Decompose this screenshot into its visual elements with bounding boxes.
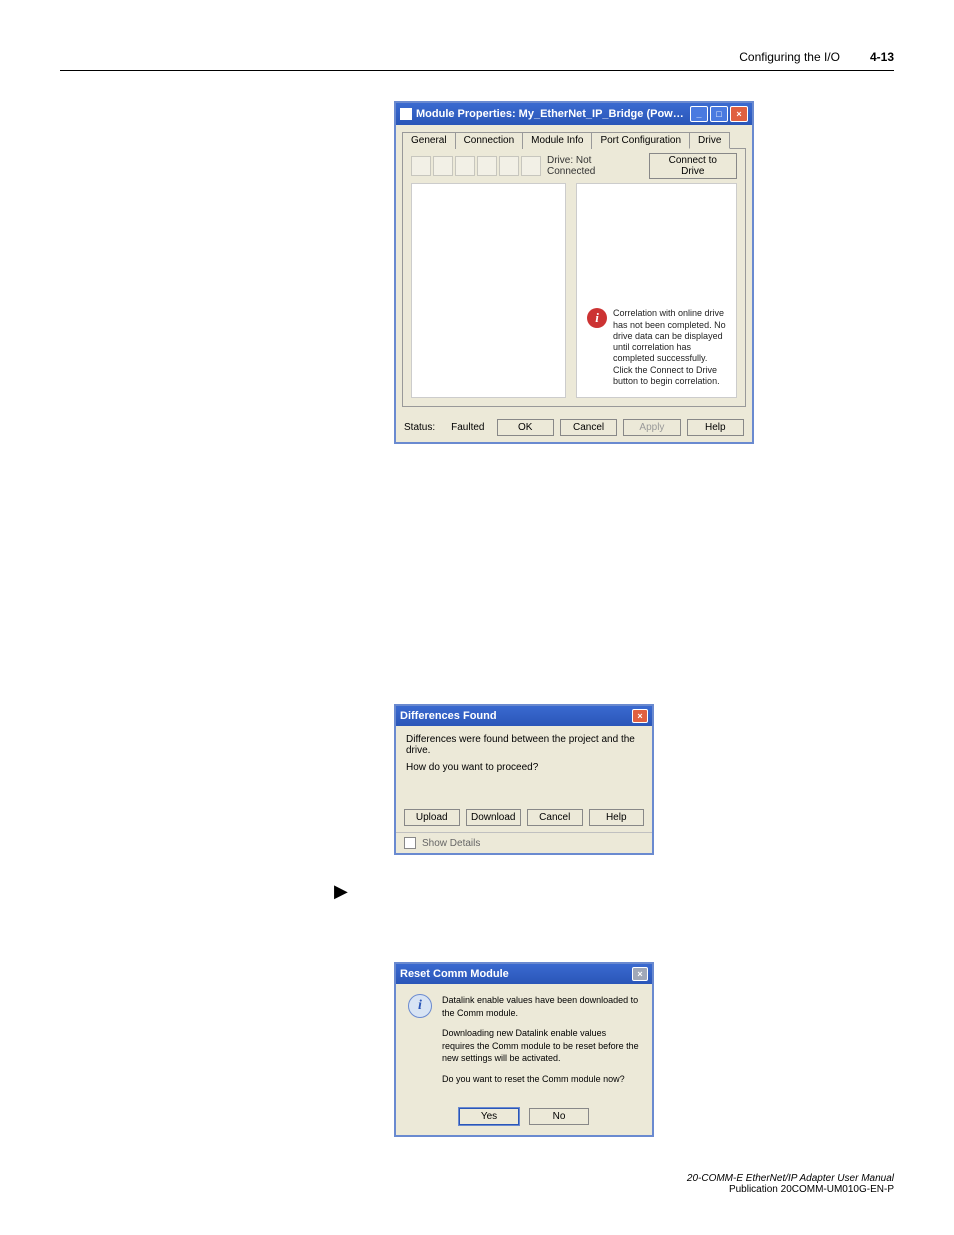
tab-drive[interactable]: Drive <box>689 132 730 149</box>
toolbar-btn-2[interactable] <box>433 156 453 176</box>
titlebar[interactable]: Reset Comm Module × <box>396 964 652 984</box>
toolbar <box>411 156 541 176</box>
app-icon <box>400 108 412 120</box>
show-details-label: Show Details <box>422 838 480 849</box>
cancel-button[interactable]: Cancel <box>527 809 583 826</box>
drive-tab-panel: Drive: Not Connected Connect to Drive i … <box>402 148 746 407</box>
tab-general[interactable]: General <box>402 132 456 149</box>
titlebar[interactable]: Differences Found × <box>396 706 652 726</box>
publication-id: Publication 20COMM-UM010G-EN-P <box>687 1184 894 1195</box>
drive-status-text: Drive: Not Connected <box>547 155 643 177</box>
module-properties-dialog: Module Properties: My_EtherNet_IP_Bridge… <box>394 101 754 444</box>
status-value: Faulted <box>451 422 484 433</box>
info-icon: i <box>408 994 432 1018</box>
tab-port-configuration[interactable]: Port Configuration <box>591 132 690 149</box>
toolbar-btn-6[interactable] <box>521 156 541 176</box>
help-button[interactable]: Help <box>589 809 645 826</box>
connect-to-drive-button[interactable]: Connect to Drive <box>649 153 737 179</box>
toolbar-btn-4[interactable] <box>477 156 497 176</box>
close-button[interactable]: × <box>632 709 648 723</box>
show-details-checkbox[interactable] <box>404 837 416 849</box>
titlebar[interactable]: Module Properties: My_EtherNet_IP_Bridge… <box>396 103 752 125</box>
tabs: General Connection Module Info Port Conf… <box>396 125 752 148</box>
window-title: Module Properties: My_EtherNet_IP_Bridge… <box>416 108 688 120</box>
tab-connection[interactable]: Connection <box>455 132 524 149</box>
minimize-button[interactable]: _ <box>690 106 708 122</box>
diff-text-2: How do you want to proceed? <box>406 762 642 773</box>
tree-pane[interactable] <box>411 183 566 398</box>
maximize-button[interactable]: □ <box>710 106 728 122</box>
reset-comm-dialog: Reset Comm Module × i Datalink enable va… <box>394 962 654 1137</box>
help-button[interactable]: Help <box>687 419 744 436</box>
details-pane: i Correlation with online drive has not … <box>576 183 737 398</box>
reset-text-3: Do you want to reset the Comm module now… <box>442 1073 640 1086</box>
page-header-title: Configuring the I/O <box>739 50 840 64</box>
tip-arrow-icon: ▶ <box>334 881 894 902</box>
toolbar-btn-1[interactable] <box>411 156 431 176</box>
page-header-number: 4-13 <box>870 50 894 64</box>
diff-text-1: Differences were found between the proje… <box>406 734 642 756</box>
correlation-info-text: Correlation with online drive has not be… <box>613 308 726 387</box>
status-label: Status: <box>404 422 435 433</box>
reset-text-2: Downloading new Datalink enable values r… <box>442 1027 640 1065</box>
manual-title: 20-COMM-E EtherNet/IP Adapter User Manua… <box>687 1173 894 1184</box>
page-footer: 20-COMM-E EtherNet/IP Adapter User Manua… <box>687 1173 894 1195</box>
download-button[interactable]: Download <box>466 809 522 826</box>
no-button[interactable]: No <box>529 1108 589 1125</box>
yes-button[interactable]: Yes <box>459 1108 519 1125</box>
ok-button[interactable]: OK <box>497 419 554 436</box>
close-button[interactable]: × <box>632 967 648 981</box>
window-title: Differences Found <box>400 710 632 722</box>
toolbar-btn-5[interactable] <box>499 156 519 176</box>
cancel-button[interactable]: Cancel <box>560 419 617 436</box>
reset-text-1: Datalink enable values have been downloa… <box>442 994 640 1019</box>
differences-dialog: Differences Found × Differences were fou… <box>394 704 654 855</box>
window-title: Reset Comm Module <box>400 968 632 980</box>
info-icon: i <box>587 308 607 328</box>
tab-module-info[interactable]: Module Info <box>522 132 592 149</box>
toolbar-btn-3[interactable] <box>455 156 475 176</box>
upload-button[interactable]: Upload <box>404 809 460 826</box>
apply-button: Apply <box>623 419 680 436</box>
close-button[interactable]: × <box>730 106 748 122</box>
